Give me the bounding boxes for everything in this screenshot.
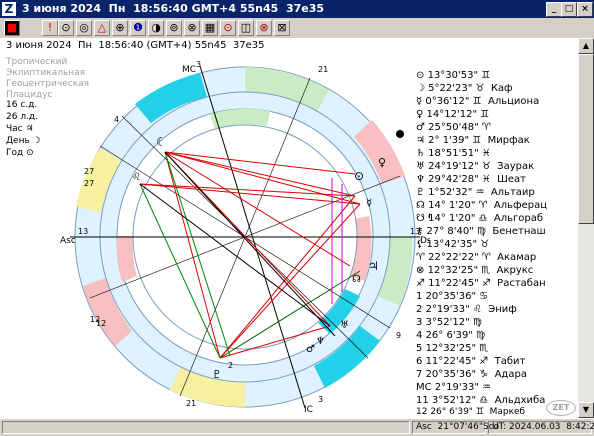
status-empty	[2, 421, 410, 434]
planet-row-3: ☿ 0°36'12" ♊ Альциона	[416, 96, 540, 107]
uranus-glyph: ♅	[340, 320, 349, 331]
status-ut: UT: 2024.06.03 8:42:20	[488, 421, 594, 434]
toolbar: ■ ! ⊙ ◎ △ ⊕ ❶ ◑ ⊚ ⊗ ▦ ⊙ ◫ ⊗ ⊠	[0, 18, 594, 39]
planet-row-19: 2 2°19'33" ♌ Эниф	[416, 304, 517, 315]
info-26: 26 л.д.	[6, 112, 39, 122]
toolbar-btn-4[interactable]: ◎	[76, 20, 92, 36]
minimize-button[interactable]: _	[546, 2, 562, 17]
year-ruler: Год ⊙	[6, 148, 34, 158]
toolbar-btn-6[interactable]: ⊕	[112, 20, 128, 36]
toolbar-btn-2[interactable]: !	[42, 20, 58, 36]
house-11-degree: 4	[114, 115, 119, 124]
house-9-degree: 21	[318, 65, 328, 74]
house-12-degree: 27	[84, 179, 94, 188]
asc-label: Asc	[60, 236, 76, 246]
toolbar-btn-13[interactable]: ◫	[238, 20, 254, 36]
ic-degree: 3	[318, 395, 323, 404]
planet-row-8: ♅ 24°19'12" ♉ Заурак	[416, 161, 535, 172]
mercury-glyph: ☿	[366, 198, 372, 209]
planet-row-11: ☊ 14° 1'20" ♈ Альферац	[416, 200, 548, 211]
toolbar-btn-1[interactable]: ■	[4, 20, 20, 36]
natal-chart-wheel[interactable]: ☾ ♌ ⊙ ♀ ☿ ♃ ☊ ♅ ♆ ♂ ♇ Asc Dsc MC IC 13 1…	[60, 56, 430, 414]
toolbar-btn-3[interactable]: ⊙	[58, 20, 74, 36]
status-bar: Asc 21°07'46"Sco UT: 2024.06.03 8:42:20	[0, 418, 594, 436]
venus-glyph: ♀	[378, 156, 386, 169]
zodiac-type: Тропический	[6, 57, 68, 67]
house-5-degree: 9	[396, 331, 401, 340]
planet-row-17: ♐ 11°22'45" ♐ Растабан	[416, 278, 546, 289]
status-asc: Asc 21°07'46"Sco	[412, 421, 499, 434]
neptune-glyph: ♆	[316, 336, 325, 347]
mc-label: MC	[182, 65, 196, 75]
planet-row-7: ♄ 18°51'51" ♓	[416, 148, 491, 159]
sun-glyph: ⊙	[354, 169, 364, 183]
window-title: 3 июня 2024 Пн 18:56:40 GMT+4 55n45 37e3…	[22, 2, 325, 15]
moon-glyph: ☾	[156, 135, 167, 149]
planet-glyph-left: ♌	[132, 172, 141, 183]
planet-row-13: ⚷ 27° 8'40" ♍ Бенетнаш	[416, 226, 546, 237]
toolbar-btn-12[interactable]: ⊙	[220, 20, 236, 36]
house-8-degree: 27	[84, 167, 94, 176]
marker-dot-1	[396, 130, 404, 138]
node-glyph: ☊	[352, 274, 361, 285]
pluto-glyph: ♇	[212, 368, 222, 381]
jupiter-glyph: ♃	[368, 259, 379, 273]
planet-row-6: ♃ 2° 1'39" ♊ Мирфак	[416, 135, 530, 146]
scroll-thumb[interactable]	[578, 54, 594, 224]
planet-row-27: 12 26° 6'39" ♊ Маркеб	[416, 407, 526, 417]
toolbar-btn-10[interactable]: ⊗	[184, 20, 200, 36]
planet-row-20: 3 3°52'12" ♍	[416, 317, 482, 328]
toolbar-btn-7[interactable]: ❶	[130, 20, 146, 36]
info-16: 16 с.д.	[6, 100, 38, 110]
ic-label: IC	[304, 405, 313, 414]
planet-row-22: 5 12°32'25" ♏	[416, 343, 489, 354]
house-4-degree: 12	[90, 315, 100, 324]
scroll-down-icon[interactable]: ▼	[578, 402, 594, 418]
planet-row-26: 11 3°52'12" ♎ Альдхиба	[416, 395, 546, 406]
mars-glyph: ♂	[306, 344, 315, 355]
title-bar: Z 3 июня 2024 Пн 18:56:40 GMT+4 55n45 37…	[0, 0, 594, 18]
house-3-degree: 21	[186, 399, 196, 408]
planet-row-5: ♂ 25°50'48" ♈	[416, 122, 491, 133]
house-system: Плацидус	[6, 90, 53, 100]
planet-row-16: ⊗ 12°32'25" ♏ Акрукс	[416, 265, 534, 276]
toolbar-btn-9[interactable]: ⊚	[166, 20, 182, 36]
toolbar-btn-5[interactable]: △	[94, 20, 110, 36]
close-button[interactable]: ×	[577, 2, 593, 17]
toolbar-btn-8[interactable]: ◑	[148, 20, 164, 36]
toolbar-btn-14[interactable]: ⊗	[256, 20, 272, 36]
planet-row-2: ☽ 5°22'23" ♉ Каф	[416, 83, 513, 94]
chart-info-line: 3 июня 2024 Пн 18:56:40 (GMT+4) 55n45 37…	[6, 40, 265, 51]
toolbar-btn-15[interactable]: ⊠	[274, 20, 290, 36]
toolbar-btn-11[interactable]: ▦	[202, 20, 218, 36]
asc-degree: 13	[78, 227, 88, 236]
planet-row-24: 7 20°35'36" ♑ Адара	[416, 369, 527, 380]
planet-row-15: ♈ 22°22'22" ♈ Акамар	[416, 252, 537, 263]
planet-row-10: ♇ 1°52'32" ♒ Альтаир	[416, 187, 535, 198]
planet-row-23: 6 11°22'45" ♐ Табит	[416, 356, 526, 367]
scroll-up-icon[interactable]: ▲	[578, 38, 594, 54]
planet-row-14: ⚸ 13°42'35" ♉	[416, 239, 490, 250]
planet-row-4: ♀ 14°12'12" ♊	[416, 109, 490, 120]
zet-logo: ZET	[546, 400, 576, 416]
maximize-button[interactable]: □	[561, 2, 577, 17]
house-6-degree: 2	[228, 361, 233, 370]
app-logo-icon: Z	[2, 2, 16, 16]
mc-degree: 3	[196, 60, 201, 69]
planet-row-21: 4 26° 6'39" ♍	[416, 330, 486, 341]
hour-ruler: Час ♃	[6, 124, 34, 134]
planet-row-9: ♆ 29°42'28" ♓ Шеат	[416, 174, 526, 185]
day-ruler: День ☽	[6, 136, 41, 146]
planet-row-25: MC 2°19'33" ♒	[416, 382, 492, 393]
planet-row-12: ☋ 14° 1'20" ♎ Альгораб	[416, 213, 544, 224]
planet-row-18: 1 20°35'36" ♋	[416, 291, 489, 302]
vertical-scrollbar[interactable]: ▲ ▼	[578, 38, 594, 418]
planet-row-1: ⊙ 13°30'53" ♊	[416, 70, 491, 81]
